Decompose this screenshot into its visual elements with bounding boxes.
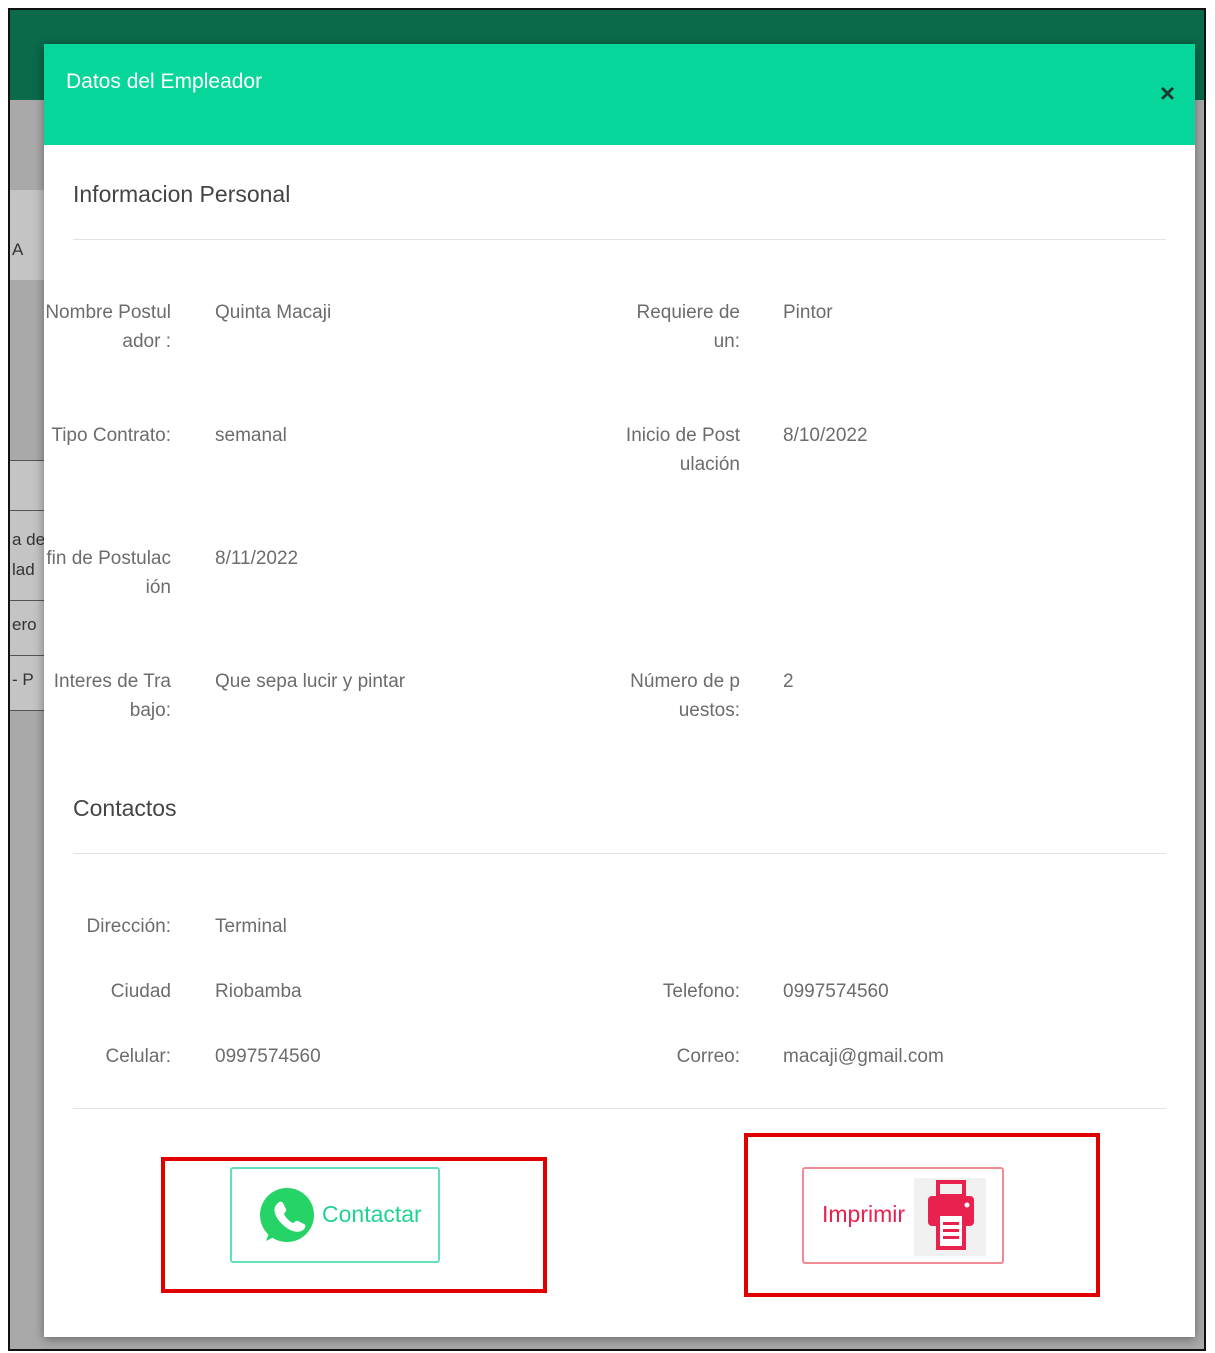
field-value-nombre: Quinta Macaji xyxy=(215,302,332,323)
background-text: A xyxy=(12,240,24,259)
divider xyxy=(73,1108,1166,1109)
field-label-correo: Correo: xyxy=(676,1046,740,1067)
background-text: lad xyxy=(12,560,35,579)
divider xyxy=(73,239,1166,240)
printer-icon xyxy=(914,1178,986,1256)
background-text: - P xyxy=(12,670,34,689)
field-value-correo: macaji@gmail.com xyxy=(783,1046,944,1067)
field-value-fin: 8/11/2022 xyxy=(215,548,299,569)
field-value-direccion: Terminal xyxy=(215,916,287,937)
field-value-ciudad: Riobamba xyxy=(215,981,302,1002)
field-value-inicio: 8/10/2022 xyxy=(783,425,868,446)
field-label-numero-puestos: Número de puestos: xyxy=(630,671,740,721)
modal-header: Datos del Empleador × xyxy=(44,44,1195,145)
background-text: ero xyxy=(12,615,37,634)
field-label-telefono: Telefono: xyxy=(662,981,740,1002)
print-button-label: Imprimir xyxy=(822,1201,906,1227)
field-label-ciudad: Ciudad xyxy=(110,981,171,1002)
contact-button-label: Contactar xyxy=(322,1201,422,1227)
close-button[interactable]: × xyxy=(1160,80,1175,106)
field-label-interes: Interes de Trabajo: xyxy=(53,671,171,721)
field-label-fin: fin de Postulación xyxy=(46,548,171,598)
print-button[interactable]: Imprimir xyxy=(802,1167,1004,1264)
field-label-tipo-contrato: Tipo Contrato: xyxy=(51,425,171,446)
field-label-celular: Celular: xyxy=(105,1046,171,1067)
field-label-nombre: Nombre Postulador : xyxy=(45,302,171,352)
field-value-telefono: 0997574560 xyxy=(783,981,889,1002)
field-value-numero-puestos: 2 xyxy=(783,671,794,692)
field-label-inicio: Inicio de Postulación xyxy=(625,425,740,475)
whatsapp-icon xyxy=(260,1188,314,1242)
employer-details-modal: Datos del Empleador × Informacion Person… xyxy=(44,44,1195,1337)
contact-button[interactable]: Contactar xyxy=(230,1167,440,1263)
field-label-requiere: Requiere de un: xyxy=(636,302,740,352)
background-text: a de xyxy=(12,530,46,549)
field-value-celular: 0997574560 xyxy=(215,1046,321,1067)
field-value-tipo-contrato: semanal xyxy=(215,425,287,446)
field-label-direccion: Dirección: xyxy=(86,916,171,937)
modal-title: Datos del Empleador xyxy=(66,70,263,93)
field-value-interes: Que sepa lucir y pintar xyxy=(215,671,406,692)
section-title-personal: Informacion Personal xyxy=(73,181,291,207)
field-value-requiere: Pintor xyxy=(783,302,833,323)
section-title-contacts: Contactos xyxy=(73,795,177,821)
divider xyxy=(73,853,1166,854)
